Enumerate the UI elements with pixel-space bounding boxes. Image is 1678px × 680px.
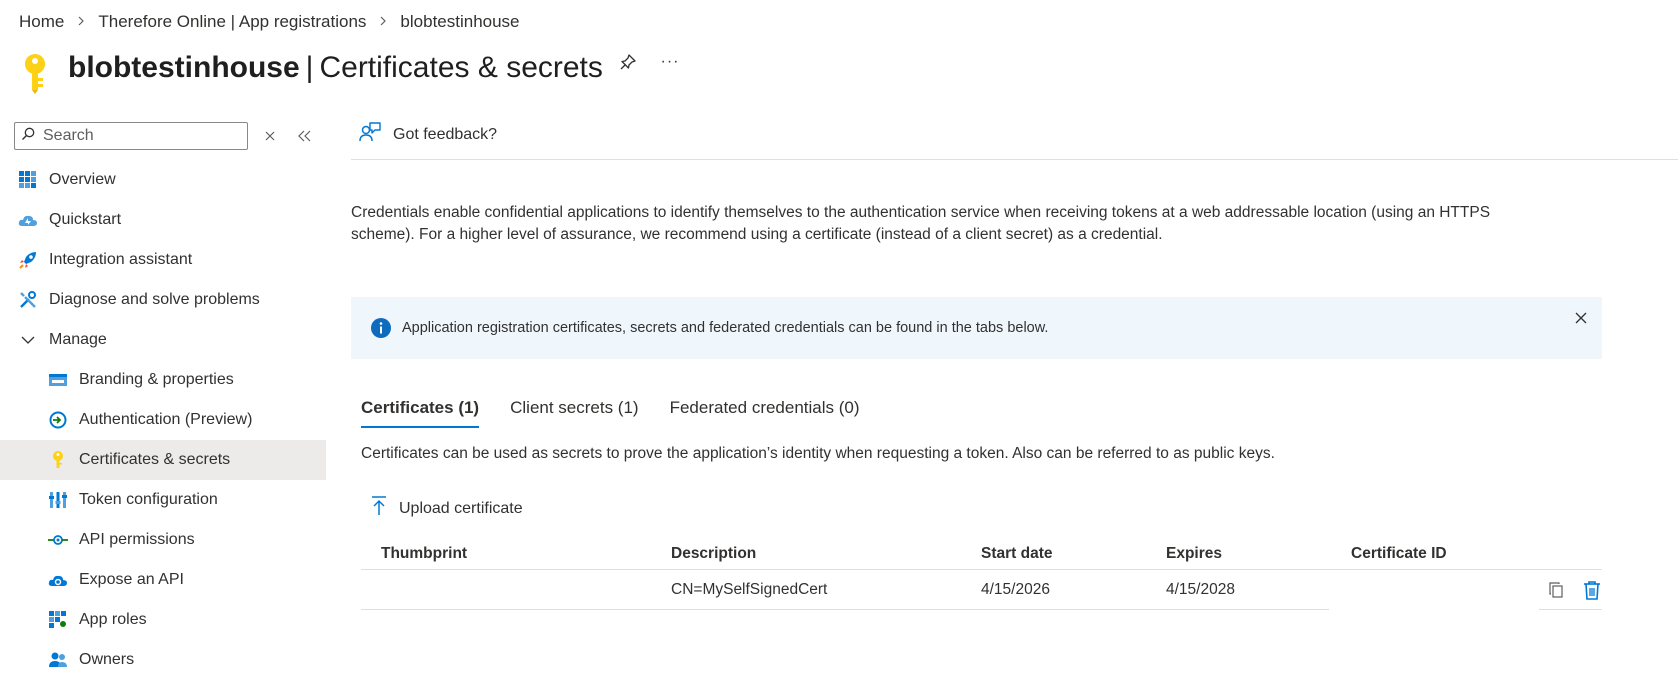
column-header-thumbprint[interactable]: Thumbprint [361,545,671,563]
upload-certificate-button[interactable]: Upload certificate [371,496,523,521]
sidebar-item-label: Overview [49,171,116,188]
sidebar-item-label: Token configuration [79,491,218,508]
breadcrumb-app-registrations[interactable]: Therefore Online | App registrations [98,12,366,32]
page-header: blobtestinhouse | Certificates & secrets [20,40,603,96]
sidebar-group-manage[interactable]: Manage [0,320,326,360]
credential-tabs: Certificates (1) Client secrets (1) Fede… [361,392,891,428]
sidebar-item-label: API permissions [79,531,195,548]
tab-certificates[interactable]: Certificates (1) [361,392,480,428]
chevron-right-icon [379,15,387,30]
sidebar-nav: Overview Quickstart Integration assistan… [0,160,326,680]
token-bars-icon [48,490,68,510]
sidebar-item-label: Authentication (Preview) [79,411,253,428]
sidebar-item-overview[interactable]: Overview [0,160,326,200]
search-icon [21,127,35,146]
sidebar-item-authentication[interactable]: Authentication (Preview) [0,400,326,440]
search-input[interactable] [41,126,221,146]
api-permissions-icon [48,530,68,550]
row-divider [361,609,1329,610]
column-header-description[interactable]: Description [671,545,981,563]
table-header: Thumbprint Description Start date Expire… [361,538,1602,570]
upload-icon [371,496,387,521]
row-actions [1546,580,1602,600]
column-header-certificate-id[interactable]: Certificate ID [1351,545,1521,563]
main-content: Got feedback? Credentials enable confide… [351,110,1678,664]
owners-icon [48,650,68,670]
sidebar-item-label: Quickstart [49,211,122,228]
app-roles-icon [48,610,68,630]
title-actions: ··· [618,52,680,72]
authentication-icon [48,410,68,430]
sidebar-item-label: Branding & properties [79,371,234,388]
sidebar-item-label: App roles [79,611,147,628]
chevron-right-icon [77,15,85,30]
collapse-sidebar-icon[interactable] [295,126,315,146]
sidebar-item-owners[interactable]: Owners [0,640,326,680]
tab-federated-credentials[interactable]: Federated credentials (0) [670,392,860,428]
row-divider [1539,609,1602,610]
search-box[interactable] [14,122,248,150]
sidebar-item-diagnose[interactable]: Diagnose and solve problems [0,280,326,320]
info-text: Application registration certificates, s… [402,320,1049,336]
sidebar-item-label: Manage [49,331,107,348]
overview-grid-icon [18,170,38,190]
sidebar-item-token-configuration[interactable]: Token configuration [0,480,326,520]
sidebar-item-label: Certificates & secrets [79,451,231,468]
sidebar-item-integration-assistant[interactable]: Integration assistant [0,240,326,280]
certificates-table: Thumbprint Description Start date Expire… [361,538,1602,610]
info-banner: Application registration certificates, s… [351,297,1602,359]
delete-icon[interactable] [1582,580,1602,600]
key-icon [20,52,50,96]
sidebar-item-certificates-secrets[interactable]: Certificates & secrets [0,440,326,480]
sidebar-item-app-roles[interactable]: App roles [0,600,326,640]
sidebar-item-label: Integration assistant [49,251,193,268]
sidebar-item-expose-api[interactable]: Expose an API [0,560,326,600]
pin-icon[interactable] [618,52,638,72]
chevron-down-icon [18,330,38,350]
cell-start-date: 4/15/2026 [981,581,1050,598]
tab-description: Certificates can be used as secrets to p… [361,445,1275,462]
sidebar-item-api-permissions[interactable]: API permissions [0,520,326,560]
table-row: CN=MySelfSignedCert 4/15/2026 4/15/2028 [361,570,1602,610]
breadcrumb: Home Therefore Online | App registration… [19,10,520,34]
close-icon[interactable] [1572,309,1590,327]
more-icon[interactable]: ··· [660,52,680,72]
cloud-api-icon [48,570,68,590]
column-header-expires[interactable]: Expires [1166,545,1351,563]
page-title: blobtestinhouse | Certificates & secrets [68,51,603,85]
sidebar-item-label: Diagnose and solve problems [49,291,260,308]
upload-label: Upload certificate [399,499,523,517]
tab-client-secrets[interactable]: Client secrets (1) [510,392,638,428]
intro-text: Credentials enable confidential applicat… [351,204,1491,243]
cloud-quickstart-icon [18,210,38,230]
branding-icon [48,370,68,390]
feedback-button[interactable]: Got feedback? [359,121,497,148]
sidebar-item-label: Owners [79,651,135,668]
wrench-icon [18,290,38,310]
sidebar: Overview Quickstart Integra [0,110,326,668]
clear-search-icon[interactable] [260,126,280,146]
key-icon [48,450,68,470]
feedback-icon [359,121,381,148]
sidebar-item-branding[interactable]: Branding & properties [0,360,326,400]
sidebar-item-quickstart[interactable]: Quickstart [0,200,326,240]
column-header-start-date[interactable]: Start date [981,545,1166,563]
feedback-label: Got feedback? [393,125,498,143]
copy-icon[interactable] [1546,580,1566,600]
breadcrumb-current[interactable]: blobtestinhouse [400,12,519,32]
breadcrumb-home[interactable]: Home [19,12,64,32]
info-icon [370,317,392,339]
rocket-icon [18,250,38,270]
page-title-separator: | [305,51,314,84]
cell-description: CN=MySelfSignedCert [671,581,828,598]
page-title-section: Certificates & secrets [319,51,603,84]
cell-expires: 4/15/2028 [1166,581,1235,598]
page-title-resource: blobtestinhouse [68,51,300,84]
command-bar: Got feedback? [351,110,1678,160]
sidebar-item-label: Expose an API [79,571,184,588]
